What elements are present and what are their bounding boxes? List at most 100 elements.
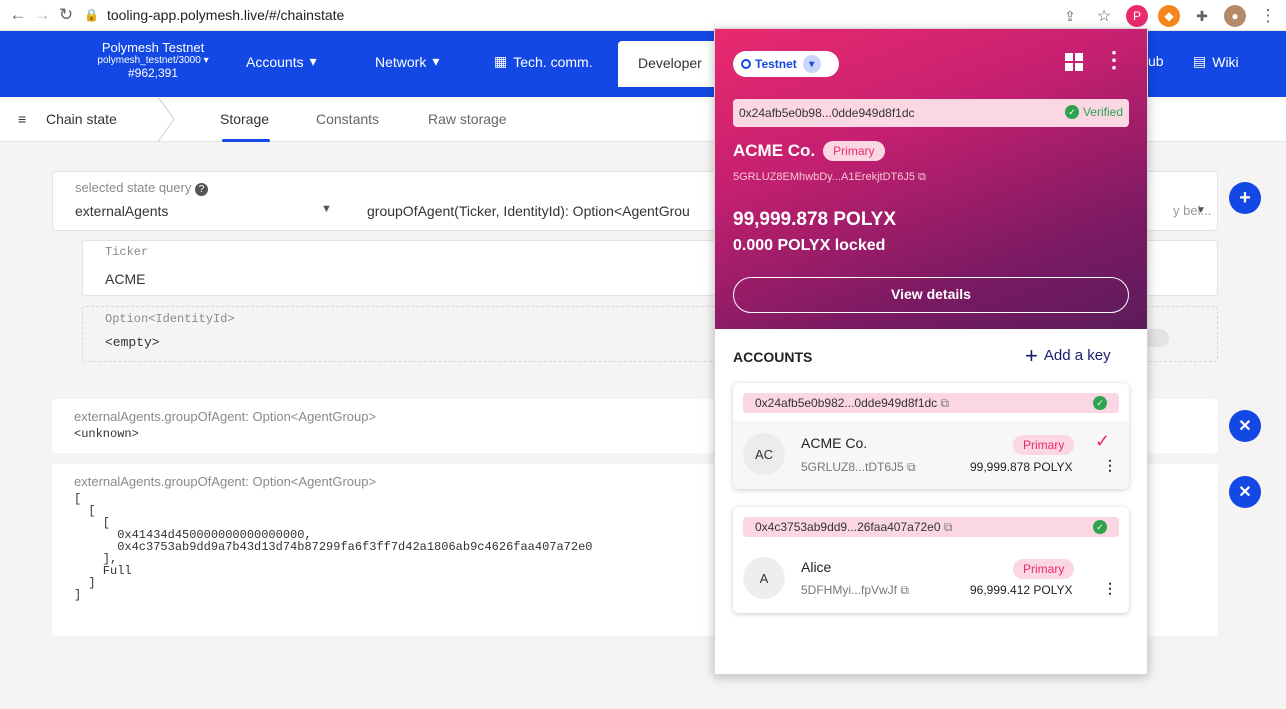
plus-icon: +: [1025, 342, 1038, 368]
database-icon: ≡: [18, 111, 27, 127]
kebab-menu-icon[interactable]: ⋮: [1103, 580, 1117, 597]
identity-name: ACME Co.: [733, 141, 816, 160]
chevron-down-icon: ▾: [432, 53, 440, 69]
account-key: 5DFHMyi...fpVwJf: [801, 583, 898, 597]
active-tab-indicator: [222, 139, 270, 142]
chevron-down-icon[interactable]: ▼: [1196, 205, 1206, 216]
result-value: [ [ [ 0x41434d450000000000000000, 0x4c37…: [74, 492, 593, 602]
close-result-button[interactable]: ✕: [1229, 476, 1261, 508]
result-title: externalAgents.groupOfAgent: Option<Agen…: [74, 474, 377, 489]
verified-label: Verified: [1082, 105, 1123, 119]
account-balance: 96,999.412 POLYX: [970, 583, 1073, 597]
share-icon[interactable]: ⇪: [1058, 4, 1082, 28]
menu-accounts[interactable]: Accounts ▾: [246, 53, 317, 70]
network-label: Testnet: [755, 57, 797, 71]
tab-storage[interactable]: Storage: [220, 111, 269, 127]
menu-label: Tech. comm.: [513, 53, 593, 70]
wallet-header: Testnet ▾ ⋮ 0x24afb5e0b98...0dde949d8f1d…: [715, 29, 1147, 329]
chip-icon: ▦: [494, 53, 508, 69]
copy-icon[interactable]: ⧉: [941, 396, 950, 410]
chevron-down-icon: ▾: [802, 55, 821, 73]
add-key-button[interactable]: + Add a key: [1025, 342, 1111, 368]
menu-wiki[interactable]: ▤ Wiki: [1193, 53, 1239, 70]
copy-icon[interactable]: ⧉: [907, 460, 916, 474]
account-did[interactable]: 0x4c3753ab9dd9...26faa407a72e0 ⧉ ✓: [743, 517, 1119, 537]
module-dropdown[interactable]: externalAgents: [75, 203, 168, 219]
check-icon: ✓: [1093, 396, 1107, 410]
account-balance: 99,999.878 POLYX: [970, 460, 1073, 474]
puzzle-icon[interactable]: ✚: [1190, 4, 1214, 28]
star-icon[interactable]: ☆: [1092, 4, 1116, 28]
account-key: 5GRLUZ8...tDT6J5: [801, 460, 904, 474]
account-card[interactable]: 0x4c3753ab9dd9...26faa407a72e0 ⧉ ✓ A Ali…: [733, 507, 1129, 613]
copy-icon[interactable]: ⧉: [918, 171, 926, 183]
chevron-down-icon: ▾: [309, 53, 317, 69]
did-text: 0x24afb5e0b982...0dde949d8f1dc: [755, 396, 938, 410]
menu-label: Developer: [638, 55, 702, 71]
network-selector[interactable]: Polymesh Testnet polymesh_testnet/3000 ▾…: [78, 41, 228, 80]
menu-label: ub: [1148, 53, 1164, 69]
locked-balance: 0.000 POLYX locked: [733, 237, 886, 254]
wallet-extension-popup: Testnet ▾ ⋮ 0x24afb5e0b98...0dde949d8f1d…: [714, 28, 1148, 675]
check-icon: ✓: [1064, 105, 1079, 119]
menu-tech-comm[interactable]: ▦ Tech. comm.: [494, 53, 593, 70]
polymesh-extension-icon[interactable]: P: [1126, 5, 1148, 27]
reload-icon[interactable]: ↻: [54, 3, 78, 27]
accounts-title: ACCOUNTS: [733, 349, 813, 365]
kebab-menu-icon[interactable]: ⋮: [1103, 49, 1125, 71]
kebab-menu-icon[interactable]: ⋮: [1103, 457, 1117, 474]
menu-network[interactable]: Network ▾: [375, 53, 439, 70]
section-title: Chain state: [46, 111, 117, 127]
identity-address[interactable]: 0x24afb5e0b98...0dde949d8f1dc ✓ Verified: [733, 99, 1129, 127]
menu-label: Network: [375, 53, 427, 70]
avatar: A: [743, 557, 785, 599]
balance: 99,999.878 POLYX: [733, 209, 897, 230]
verified-badge: ✓ Verified: [1064, 105, 1123, 119]
network-name: Polymesh Testnet: [101, 40, 205, 55]
lock-icon: 🔒: [84, 8, 99, 22]
kebab-menu-icon[interactable]: ⋮: [1256, 4, 1280, 28]
view-details-button[interactable]: View details: [733, 277, 1129, 313]
did-text: 0x4c3753ab9dd9...26faa407a72e0: [755, 520, 941, 534]
copy-icon[interactable]: ⧉: [900, 583, 909, 597]
address-bar[interactable]: 🔒 tooling-app.polymesh.live/#/chainstate: [84, 3, 344, 27]
result-title: externalAgents.groupOfAgent: Option<Agen…: [74, 409, 377, 424]
tab-raw-storage[interactable]: Raw storage: [428, 111, 507, 127]
menu-developer[interactable]: Developer: [618, 41, 718, 87]
avatar: AC: [743, 433, 785, 475]
selected-check-icon: ✓: [1095, 431, 1111, 451]
network-endpoint: polymesh_testnet/3000: [97, 55, 201, 66]
ticker-label: Ticker: [105, 245, 149, 259]
account-did[interactable]: 0x24afb5e0b982...0dde949d8f1dc ⧉ ✓: [743, 393, 1119, 413]
primary-badge: Primary: [1013, 559, 1075, 579]
copy-icon[interactable]: ⧉: [944, 520, 953, 534]
network-dropdown[interactable]: Testnet ▾: [733, 51, 839, 77]
method-dropdown[interactable]: groupOfAgent(Ticker, IdentityId): Option…: [367, 203, 690, 219]
result-value: <unknown>: [74, 427, 139, 441]
menu-label: Accounts: [246, 53, 304, 70]
menu-github[interactable]: ub: [1148, 53, 1164, 69]
add-key-label: Add a key: [1043, 347, 1111, 364]
chevron-down-icon[interactable]: ▼: [321, 203, 332, 215]
account-card[interactable]: 0x24afb5e0b982...0dde949d8f1dc ⧉ ✓ AC AC…: [733, 383, 1129, 489]
metamask-extension-icon[interactable]: ◆: [1158, 5, 1180, 27]
add-query-button[interactable]: +: [1229, 182, 1261, 214]
profile-avatar-icon[interactable]: ●: [1224, 5, 1246, 27]
option-value: <empty>: [105, 335, 160, 350]
option-label: Option<IdentityId>: [105, 312, 235, 326]
account-name: Alice: [801, 559, 832, 575]
close-result-button[interactable]: ✕: [1229, 410, 1261, 442]
chevron-down-icon: ▾: [203, 55, 209, 66]
grid-icon[interactable]: [1065, 53, 1083, 71]
back-icon[interactable]: ←: [6, 3, 30, 27]
help-icon: ?: [194, 183, 208, 196]
browser-toolbar: ← → ↻ 🔒 tooling-app.polymesh.live/#/chai…: [0, 0, 1286, 31]
identity-key: 5GRLUZ8EMhwbDy...A1ErekjtDT6J5: [733, 171, 915, 183]
query-label: selected state query: [75, 180, 192, 195]
tab-constants[interactable]: Constants: [316, 111, 379, 127]
forward-icon[interactable]: →: [30, 3, 54, 27]
ticker-value: ACME: [105, 271, 146, 287]
primary-badge: Primary: [1013, 435, 1075, 455]
url-text: tooling-app.polymesh.live/#/chainstate: [106, 7, 345, 23]
network-status-icon: [741, 59, 751, 69]
